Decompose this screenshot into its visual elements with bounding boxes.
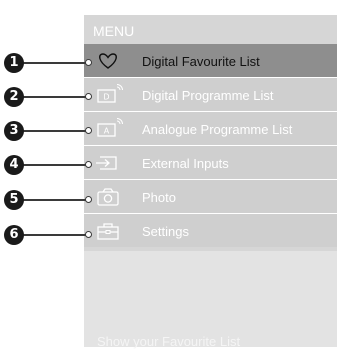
leader-line [22, 96, 88, 98]
leader-line [22, 199, 88, 201]
menu-item-photo[interactable]: Photo [84, 180, 337, 213]
leader-line [22, 164, 88, 166]
menu-item-external-inputs[interactable]: External Inputs [84, 146, 337, 179]
callout-3: 3 [0, 121, 100, 141]
analogue-badge-text: A [104, 127, 110, 136]
callout-4: 4 [0, 155, 100, 175]
leader-dot [85, 127, 92, 134]
callout-number: 1 [4, 53, 24, 73]
menu-item-label: External Inputs [142, 156, 229, 171]
menu-item-label: Photo [142, 190, 176, 205]
menu-item-label: Digital Programme List [142, 88, 274, 103]
callout-number: 2 [4, 87, 24, 107]
leader-line [22, 130, 88, 132]
menu-item-label: Digital Favourite List [142, 54, 260, 69]
leader-line [22, 234, 88, 236]
menu-item-label: Settings [142, 224, 189, 239]
callout-number: 4 [4, 155, 24, 175]
menu-item-settings[interactable]: Settings [84, 214, 337, 247]
callout-5: 5 [0, 190, 100, 210]
leader-dot [85, 231, 92, 238]
menu-item-analogue-programme-list[interactable]: A Analogue Programme List [84, 112, 337, 145]
callout-2: 2 [0, 87, 100, 107]
leader-dot [85, 93, 92, 100]
menu-footer-area [84, 251, 337, 347]
menu-panel: MENU Digital Favourite List D Digital Pr… [84, 15, 337, 347]
menu-item-label: Analogue Programme List [142, 122, 293, 137]
menu-title: MENU [93, 23, 135, 39]
callout-6: 6 [0, 225, 100, 245]
menu-item-digital-programme-list[interactable]: D Digital Programme List [84, 78, 337, 111]
digital-badge-text: D [103, 93, 109, 102]
callout-1: 1 [0, 53, 100, 73]
leader-dot [85, 59, 92, 66]
callout-number: 5 [4, 190, 24, 210]
callout-number: 6 [4, 225, 24, 245]
leader-line [22, 62, 88, 64]
leader-dot [85, 196, 92, 203]
help-text: Show your Favourite List [97, 334, 241, 349]
leader-dot [85, 161, 92, 168]
callout-number: 3 [4, 121, 24, 141]
menu-item-digital-favourite-list[interactable]: Digital Favourite List [84, 44, 337, 77]
